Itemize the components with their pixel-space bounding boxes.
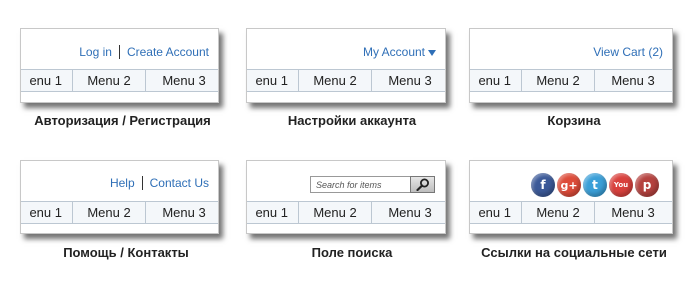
twitter-icon[interactable]: t: [583, 173, 607, 197]
menu-item-1[interactable]: enu 1: [247, 70, 299, 91]
social-panel: f g+ t You p enu 1 Menu 2 Menu 3: [469, 160, 673, 234]
nav-menu: enu 1 Menu 2 Menu 3: [21, 201, 218, 224]
account-panel: My Account enu 1 Menu 2 Menu 3: [246, 28, 446, 103]
contact-us-link[interactable]: Contact Us: [150, 176, 209, 190]
help-links: Help Contact Us: [21, 174, 218, 192]
auth-panel: Log in Create Account enu 1 Menu 2 Menu …: [20, 28, 219, 103]
menu-item-3[interactable]: Menu 3: [372, 202, 445, 223]
menu-item-1[interactable]: enu 1: [21, 202, 73, 223]
menu-item-3[interactable]: Menu 3: [595, 70, 671, 91]
nav-menu: enu 1 Menu 2 Menu 3: [247, 201, 445, 224]
divider: [118, 45, 120, 59]
menu-item-2[interactable]: Menu 2: [522, 70, 595, 91]
auth-links: Log in Create Account: [21, 43, 218, 61]
menu-item-1[interactable]: enu 1: [470, 70, 522, 91]
social-links: f g+ t You p: [531, 173, 659, 197]
search-box: [310, 176, 435, 193]
menu-item-3[interactable]: Menu 3: [146, 70, 218, 91]
my-account-link[interactable]: My Account: [363, 45, 436, 59]
menu-item-3[interactable]: Menu 3: [372, 70, 445, 91]
cart-panel: View Cart (2) enu 1 Menu 2 Menu 3: [469, 28, 673, 103]
pinterest-icon[interactable]: p: [635, 173, 659, 197]
search-caption: Поле поиска: [311, 245, 393, 260]
youtube-icon[interactable]: You: [609, 173, 633, 197]
menu-item-1[interactable]: enu 1: [21, 70, 73, 91]
menu-item-2[interactable]: Menu 2: [299, 202, 372, 223]
cart-caption: Корзина: [547, 113, 601, 128]
menu-item-2[interactable]: Menu 2: [522, 202, 595, 223]
menu-item-3[interactable]: Menu 3: [146, 202, 218, 223]
cart-links: View Cart (2): [470, 43, 672, 61]
menu-item-2[interactable]: Menu 2: [299, 70, 372, 91]
triangle-down-icon: [428, 49, 436, 56]
menu-item-2[interactable]: Menu 2: [73, 70, 146, 91]
magnifier-icon: [415, 178, 429, 191]
search-button[interactable]: [410, 176, 435, 193]
nav-menu: enu 1 Menu 2 Menu 3: [470, 201, 672, 224]
help-link[interactable]: Help: [110, 176, 135, 190]
help-caption: Помощь / Контакты: [63, 245, 189, 260]
help-panel: Help Contact Us enu 1 Menu 2 Menu 3: [20, 160, 219, 234]
view-cart-link[interactable]: View Cart (2): [593, 45, 663, 59]
account-links: My Account: [247, 43, 445, 61]
social-caption: Ссылки на социальные сети: [481, 245, 667, 260]
menu-item-1[interactable]: enu 1: [470, 202, 522, 223]
menu-item-2[interactable]: Menu 2: [73, 202, 146, 223]
menu-item-1[interactable]: enu 1: [247, 202, 299, 223]
search-panel: enu 1 Menu 2 Menu 3: [246, 160, 446, 234]
googleplus-icon[interactable]: g+: [557, 173, 581, 197]
nav-menu: enu 1 Menu 2 Menu 3: [247, 69, 445, 92]
nav-menu: enu 1 Menu 2 Menu 3: [470, 69, 672, 92]
search-input[interactable]: [310, 176, 410, 193]
menu-item-3[interactable]: Menu 3: [595, 202, 671, 223]
my-account-label: My Account: [362, 45, 425, 59]
login-link[interactable]: Log in: [79, 45, 112, 59]
nav-menu: enu 1 Menu 2 Menu 3: [21, 69, 218, 92]
divider: [141, 176, 143, 190]
create-account-link[interactable]: Create Account: [127, 45, 209, 59]
account-caption: Настройки аккаунта: [287, 113, 417, 128]
auth-caption: Авторизация / Регистрация: [34, 113, 211, 128]
facebook-icon[interactable]: f: [531, 173, 555, 197]
